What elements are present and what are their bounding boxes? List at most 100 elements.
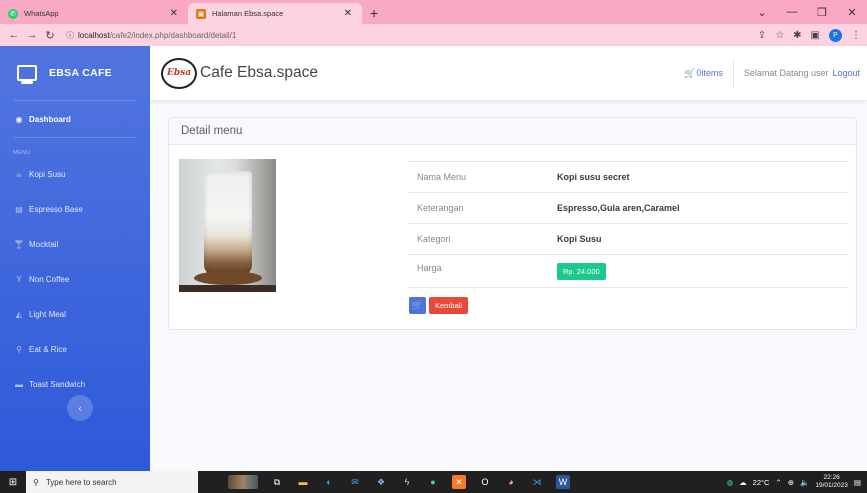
word-icon[interactable]: W xyxy=(556,475,570,489)
address-bar: ← → ↻ ⓘ localhost/cafe2/index.php/dashbo… xyxy=(0,24,867,46)
cocktail-icon: 🍸 xyxy=(14,240,24,249)
price-badge: Rp. 24.000 xyxy=(557,263,606,280)
forward-icon[interactable]: → xyxy=(24,29,40,41)
lightning-icon[interactable]: ϟ xyxy=(400,475,414,489)
close-window-button[interactable]: ✕ xyxy=(837,6,867,19)
reload-icon[interactable]: ↻ xyxy=(42,29,58,42)
glass-icon: Y xyxy=(16,275,22,284)
clock-date: 19/01/2023 xyxy=(815,482,848,489)
topbar: Ebsa Cafe Ebsa.space 🛒 0items Selamat Da… xyxy=(150,46,867,100)
star-icon[interactable]: ☆ xyxy=(775,30,784,41)
chevron-down-icon[interactable]: ⌄ xyxy=(747,6,777,19)
sidebar-item-label: Kopi Susu xyxy=(29,170,66,179)
close-icon[interactable]: ✕ xyxy=(344,8,352,19)
sidebar-item-kopi-susu[interactable]: ☕ Kopi Susu xyxy=(0,157,150,192)
close-icon[interactable]: ✕ xyxy=(170,8,178,19)
tab-whatsapp[interactable]: ✆ WhatsApp ✕ xyxy=(0,3,188,24)
sidebar-brand[interactable]: EBSA CAFE xyxy=(0,46,150,100)
more-icon[interactable]: ⋮ xyxy=(851,30,861,41)
url-field[interactable]: ⓘ localhost/cafe2/index.php/dashboard/de… xyxy=(66,30,236,41)
info-icon[interactable]: ⓘ xyxy=(66,30,74,41)
network-icon[interactable]: ⊕ xyxy=(788,478,794,487)
taskbar-apps: ⧉ ▬ ◐ ✉ ❖ ϟ ● ✕ O ◕ ⋊ W xyxy=(228,475,570,489)
minimize-button[interactable]: — xyxy=(777,6,807,18)
profile-avatar[interactable]: P xyxy=(829,28,842,42)
browser-actions: ⇪ ☆ ✱ ▣ P ⋮ xyxy=(758,24,861,46)
tab-label: WhatsApp xyxy=(24,9,59,18)
share-icon[interactable]: ⇪ xyxy=(758,30,766,41)
clock-time: 22:26 xyxy=(823,474,840,481)
add-to-cart-button[interactable]: 🛒 xyxy=(409,297,426,314)
sidebar-item-label: Eat & Rice xyxy=(29,345,67,354)
sidepanel-icon[interactable]: ▣ xyxy=(811,30,820,41)
page-icon: ▣ xyxy=(196,8,206,19)
opera-icon[interactable]: O xyxy=(478,475,492,489)
url-path: /cafe2/index.php/dashboard/detail/1 xyxy=(109,30,237,40)
windows-start-icon[interactable]: ⊞ xyxy=(0,477,26,488)
table-row: Nama Menu Kopi susu secret xyxy=(409,161,849,193)
maximize-button[interactable]: ❐ xyxy=(807,6,837,19)
sidebar-item-dashboard[interactable]: ◉ Dashboard xyxy=(0,101,150,137)
sidebar-item-light-meal[interactable]: ◭ Light Meal xyxy=(0,297,150,332)
file-explorer-icon[interactable]: ▬ xyxy=(296,475,310,489)
coaster-shape xyxy=(194,271,262,285)
task-view-icon[interactable]: ⧉ xyxy=(270,475,284,489)
bread-icon: ▬ xyxy=(15,380,23,389)
sidebar-item-eat-rice[interactable]: ⚲ Eat & Rice xyxy=(0,332,150,367)
sidebar-item-mocktail[interactable]: 🍸 Mocktail xyxy=(0,227,150,262)
sidebar-item-label: Light Meal xyxy=(29,310,66,319)
row-label: Harga xyxy=(409,254,549,288)
taskbar: ⊞ ⚲ Type here to search ⧉ ▬ ◐ ✉ ❖ ϟ ● ✕ … xyxy=(0,471,867,493)
sidebar-item-label: Espresso Base xyxy=(29,205,83,214)
laptop-icon xyxy=(17,65,37,84)
card-header: Detail menu xyxy=(169,118,856,145)
chrome-icon[interactable]: ◕ xyxy=(504,475,518,489)
sidebar-toggle-button[interactable]: ‹ xyxy=(67,395,93,421)
dropbox-icon[interactable]: ❖ xyxy=(374,475,388,489)
drumstick-icon: ⚲ xyxy=(16,345,22,354)
system-tray: ◍ ☁ 22°C ⌃ ⊕ 🔈 22:26 19/01/2023 ▤ xyxy=(727,471,861,493)
book-icon: ▤ xyxy=(15,205,23,214)
back-button[interactable]: Kembali xyxy=(429,297,469,314)
volume-icon[interactable]: 🔈 xyxy=(800,478,809,487)
chevron-left-icon: ‹ xyxy=(78,403,82,413)
xampp-icon[interactable]: ✕ xyxy=(452,475,466,489)
dashboard-icon: ◉ xyxy=(15,114,23,124)
edge-icon[interactable]: ◐ xyxy=(322,475,336,489)
taskbar-search[interactable]: ⚲ Type here to search xyxy=(26,471,198,493)
new-tab-button[interactable]: + xyxy=(370,5,378,21)
cafe-logo: Ebsa xyxy=(161,57,197,89)
clock[interactable]: 22:26 19/01/2023 xyxy=(815,474,848,490)
app-green-icon[interactable]: ● xyxy=(426,475,440,489)
sidebar-item-espresso-base[interactable]: ▤ Espresso Base xyxy=(0,192,150,227)
weather-text[interactable]: 22°C xyxy=(753,478,770,487)
row-label: Kategori xyxy=(409,223,549,255)
row-value: Kopi Susu xyxy=(549,223,849,255)
chevron-up-icon[interactable]: ⌃ xyxy=(775,478,781,487)
back-icon[interactable]: ← xyxy=(6,29,22,41)
row-value: Kopi susu secret xyxy=(549,161,849,193)
cart-icon: 🛒 xyxy=(684,67,696,78)
tab-halaman-ebsa[interactable]: ▣ Halaman Ebsa.space ✕ xyxy=(188,3,362,24)
notification-icon[interactable]: ▤ xyxy=(854,478,861,487)
extensions-icon[interactable]: ✱ xyxy=(793,30,801,41)
sidebar-item-label: Non Coffee xyxy=(29,275,70,284)
sidebar-item-non-coffee[interactable]: Y Non Coffee xyxy=(0,262,150,297)
row-value: Rp. 24.000 xyxy=(549,254,849,288)
cart-link[interactable]: 🛒 0items xyxy=(684,68,733,79)
vscode-icon[interactable]: ⋊ xyxy=(530,475,544,489)
search-placeholder: Type here to search xyxy=(45,477,117,487)
detail-card: Detail menu Nama Menu Kopi susu secret K… xyxy=(168,117,857,330)
widget-thumbnail[interactable] xyxy=(228,475,258,489)
row-value: Espresso,Gula aren,Caramel xyxy=(549,192,849,224)
row-label: Keterangan xyxy=(409,192,549,224)
welcome-text: Selamat Datang user xyxy=(743,68,829,78)
logout-link[interactable]: Logout xyxy=(832,68,860,78)
menu-image xyxy=(179,159,276,292)
mail-icon[interactable]: ✉ xyxy=(348,475,362,489)
table-row: Harga Rp. 24.000 xyxy=(409,254,849,288)
table-row: Kategori Kopi Susu xyxy=(409,223,849,255)
help-icon[interactable]: ◍ xyxy=(727,478,734,487)
tab-label: Halaman Ebsa.space xyxy=(212,9,284,18)
beans-shape xyxy=(179,285,276,292)
